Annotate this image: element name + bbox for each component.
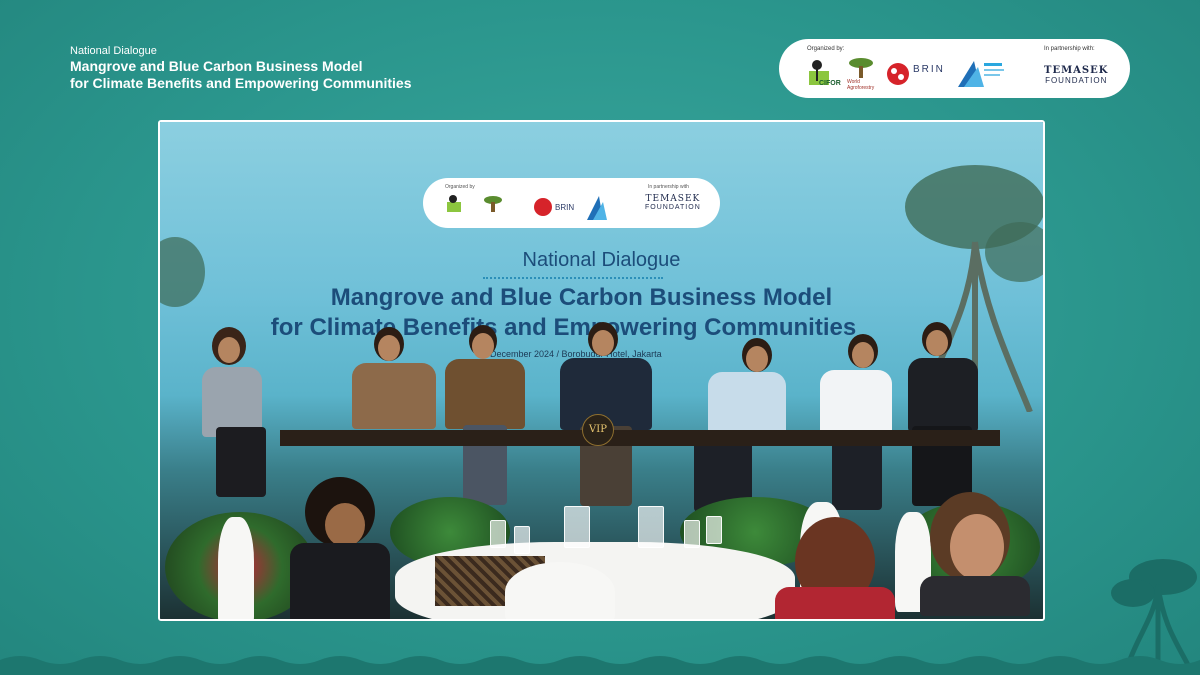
partnership-label: In partnership with: xyxy=(1044,46,1095,52)
backdrop-title-line1: Mangrove and Blue Carbon Business Model xyxy=(330,284,833,311)
audience-chair xyxy=(218,517,254,619)
water-glass xyxy=(490,520,506,548)
cifor-logo: CIFOR xyxy=(807,57,841,94)
backdrop-title-line2: for Climate Benefits and Empowering Comm… xyxy=(270,314,857,341)
vip-sign: VIP xyxy=(582,414,614,446)
water-pitcher xyxy=(638,506,664,548)
backdrop-foundation-text: FOUNDATION xyxy=(645,204,701,211)
world-agroforestry-text: World Agroforestry xyxy=(847,79,875,91)
water-pitcher xyxy=(564,506,590,548)
world-agroforestry-logo: World Agroforestry xyxy=(847,57,875,91)
mangrove-tree-decoration xyxy=(1111,559,1197,665)
header-kicker: National Dialogue xyxy=(70,45,157,57)
organizers-logo-panel: Organized by: In partnership with: CIFOR… xyxy=(779,39,1130,98)
header-title-line2: for Climate Benefits and Empowering Comm… xyxy=(70,75,412,91)
bottom-wave-decoration xyxy=(0,656,1200,675)
water-glass xyxy=(706,516,722,544)
backdrop-logo-panel: Organized by In partnership with BRIN TE… xyxy=(423,178,720,228)
backdrop-organized-by: Organized by xyxy=(445,184,475,190)
water-glass xyxy=(684,520,700,548)
temasek-foundation-logo: TEMASEK FOUNDATION xyxy=(1044,65,1108,85)
backdrop-kicker: National Dialogue xyxy=(522,249,681,271)
backdrop-organizer-logos: BRIN xyxy=(447,195,607,220)
backdrop-partnership: In partnership with xyxy=(648,184,689,190)
water-glass xyxy=(514,526,530,554)
bc-deck-logo xyxy=(956,57,1006,96)
svg-text:BRIN: BRIN xyxy=(555,203,574,212)
temasek-text: TEMASEK xyxy=(1044,65,1109,76)
header-title-line1: Mangrove and Blue Carbon Business Model xyxy=(70,58,363,74)
panel-coffee-tables xyxy=(280,430,1000,446)
backdrop-temasek-logo: TEMASEK FOUNDATION xyxy=(645,194,701,211)
backdrop-kicker-underline xyxy=(483,274,663,279)
audience-chair xyxy=(505,562,615,619)
slide-header: National Dialogue Mangrove and Blue Carb… xyxy=(70,44,412,92)
video-frame[interactable]: Organized by In partnership with BRIN TE… xyxy=(158,120,1045,621)
foundation-text: FOUNDATION xyxy=(1045,76,1108,85)
backdrop-temasek-text: TEMASEK xyxy=(645,194,701,204)
organized-by-label: Organized by: xyxy=(807,46,845,52)
cifor-logo-text: CIFOR xyxy=(819,80,841,87)
brin-logo: BRIN xyxy=(886,62,943,91)
brin-logo-text: BRIN xyxy=(913,64,945,75)
